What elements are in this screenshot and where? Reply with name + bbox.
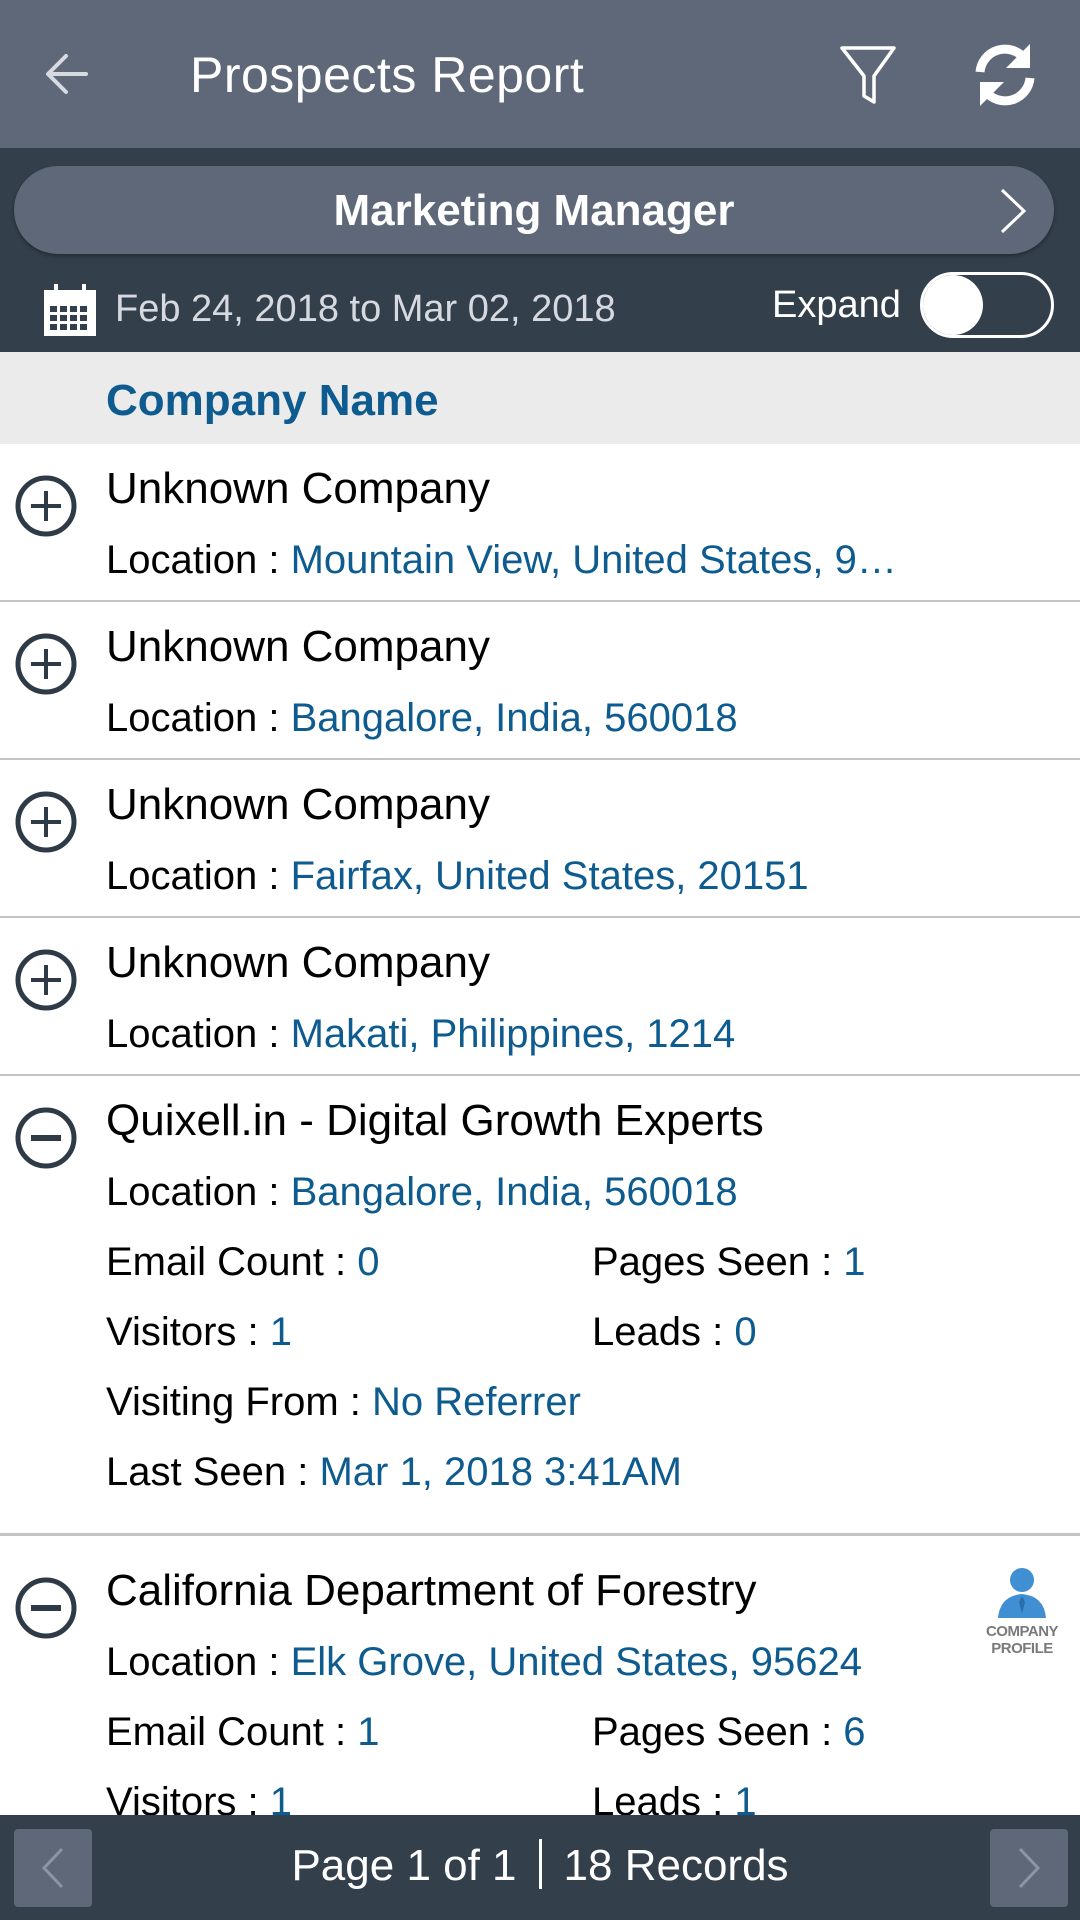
leads-value: 0	[734, 1310, 757, 1354]
arrow-left-icon	[46, 54, 88, 94]
email-count-field: Email Count : 0	[106, 1240, 379, 1285]
company-name: Unknown Company	[106, 464, 490, 513]
location-label: Location :	[106, 854, 291, 898]
chevron-right-icon	[1000, 188, 1027, 234]
last-seen-field: Last Seen : Mar 1, 2018 3:41AM	[106, 1450, 682, 1495]
refresh-icon	[975, 44, 1035, 106]
page-number-text: Page 1 of 1	[291, 1841, 517, 1890]
filter-funnel-icon	[840, 46, 896, 104]
company-profile-person-icon	[998, 1568, 1046, 1618]
visiting-from-value: No Referrer	[372, 1380, 581, 1424]
visiting-from-field: Visiting From : No Referrer	[106, 1380, 581, 1425]
pagination-bar: Page 1 of 1 18 Records	[0, 1815, 1080, 1920]
location-label: Location :	[106, 696, 291, 740]
column-header: Company Name	[0, 352, 1080, 444]
expand-plus-icon[interactable]	[14, 790, 78, 854]
visitors-label: Visitors :	[106, 1310, 270, 1354]
company-name: Quixell.in - Digital Growth Experts	[106, 1096, 764, 1145]
list-item-expanded[interactable]: California Department of Forestry Locati…	[0, 1536, 1080, 1836]
chevron-right-icon	[1018, 1847, 1041, 1889]
leads-label: Leads :	[592, 1310, 735, 1354]
expand-label: Expand	[772, 284, 901, 326]
collapse-minus-icon[interactable]	[14, 1106, 78, 1170]
company-profile-button[interactable]: COMPANY PROFILE	[974, 1566, 1070, 1662]
company-profile-caption-line1: COMPANY	[985, 1623, 1059, 1640]
pages-seen-label: Pages Seen :	[592, 1240, 844, 1284]
column-header-company-name[interactable]: Company Name	[106, 376, 439, 426]
email-count-label: Email Count :	[106, 1240, 358, 1284]
pages-seen-field: Pages Seen : 6	[592, 1710, 866, 1755]
company-name: Unknown Company	[106, 622, 490, 671]
expand-plus-icon[interactable]	[14, 474, 78, 538]
prospects-list: Unknown Company Location : Mountain View…	[0, 444, 1080, 1836]
role-selector[interactable]: Marketing Manager	[14, 166, 1054, 254]
refresh-button[interactable]	[970, 40, 1040, 110]
last-seen-label: Last Seen :	[106, 1450, 320, 1494]
app-bar: Prospects Report	[0, 0, 1080, 148]
location-field: Location : Elk Grove, United States, 956…	[106, 1640, 862, 1685]
location-value: Makati, Philippines, 1214	[290, 1012, 736, 1056]
visitors-field: Visitors : 1	[106, 1310, 292, 1355]
toggle-knob	[923, 275, 983, 335]
page-title: Prospects Report	[190, 47, 585, 103]
records-count-text: 18 Records	[563, 1841, 789, 1890]
location-value: Fairfax, United States, 20151	[290, 854, 809, 898]
date-range-row: Feb 24, 2018 to Mar 02, 2018 Expand	[0, 270, 1080, 340]
visiting-from-label: Visiting From :	[106, 1380, 372, 1424]
location-field: Location : Bangalore, India, 560018	[106, 696, 738, 741]
pages-seen-label: Pages Seen :	[592, 1710, 844, 1754]
email-count-value: 1	[357, 1710, 380, 1754]
list-item-expanded[interactable]: Quixell.in - Digital Growth Experts Loca…	[0, 1076, 1080, 1536]
visitors-value: 1	[269, 1310, 292, 1354]
company-profile-caption-line2: PROFILE	[991, 1640, 1053, 1657]
filter-button[interactable]	[838, 42, 898, 110]
divider	[538, 1839, 542, 1890]
email-count-value: 0	[357, 1240, 380, 1284]
location-field: Location : Fairfax, United States, 20151	[106, 854, 809, 899]
list-item[interactable]: Unknown Company Location : Mountain View…	[0, 444, 1080, 602]
last-seen-value: Mar 1, 2018 3:41AM	[319, 1450, 682, 1494]
list-item[interactable]: Unknown Company Location : Bangalore, In…	[0, 602, 1080, 760]
email-count-label: Email Count :	[106, 1710, 358, 1754]
pages-seen-value: 6	[843, 1710, 866, 1754]
location-label: Location :	[106, 538, 291, 582]
next-page-button[interactable]	[990, 1829, 1068, 1907]
list-item[interactable]: Unknown Company Location : Makati, Phili…	[0, 918, 1080, 1076]
location-field: Location : Makati, Philippines, 1214	[106, 1012, 735, 1057]
leads-field: Leads : 0	[592, 1310, 757, 1355]
company-name: Unknown Company	[106, 938, 490, 987]
list-item[interactable]: Unknown Company Location : Fairfax, Unit…	[0, 760, 1080, 918]
location-field: Location : Mountain View, United States,…	[106, 538, 897, 583]
email-count-field: Email Count : 1	[106, 1710, 379, 1755]
role-label: Marketing Manager	[333, 186, 735, 235]
pages-seen-value: 1	[843, 1240, 866, 1284]
page-info: Page 1 of 1 18 Records	[0, 1839, 1080, 1893]
expand-plus-icon[interactable]	[14, 948, 78, 1012]
location-value: Bangalore, India, 560018	[290, 1170, 738, 1214]
location-value: Elk Grove, United States, 95624	[290, 1640, 863, 1684]
collapse-minus-icon[interactable]	[14, 1576, 78, 1640]
location-label: Location :	[106, 1012, 291, 1056]
calendar-icon[interactable]	[42, 282, 98, 338]
location-label: Location :	[106, 1640, 291, 1684]
location-label: Location :	[106, 1170, 291, 1214]
location-value: Mountain View, United States, 9…	[290, 538, 897, 582]
location-value: Bangalore, India, 560018	[290, 696, 738, 740]
pages-seen-field: Pages Seen : 1	[592, 1240, 866, 1285]
date-range-text[interactable]: Feb 24, 2018 to Mar 02, 2018	[115, 288, 616, 331]
back-button[interactable]	[40, 44, 110, 104]
company-name: Unknown Company	[106, 780, 490, 829]
expand-plus-icon[interactable]	[14, 632, 78, 696]
company-name: California Department of Forestry	[106, 1566, 757, 1615]
location-field: Location : Bangalore, India, 560018	[106, 1170, 738, 1215]
expand-toggle[interactable]	[920, 272, 1054, 338]
